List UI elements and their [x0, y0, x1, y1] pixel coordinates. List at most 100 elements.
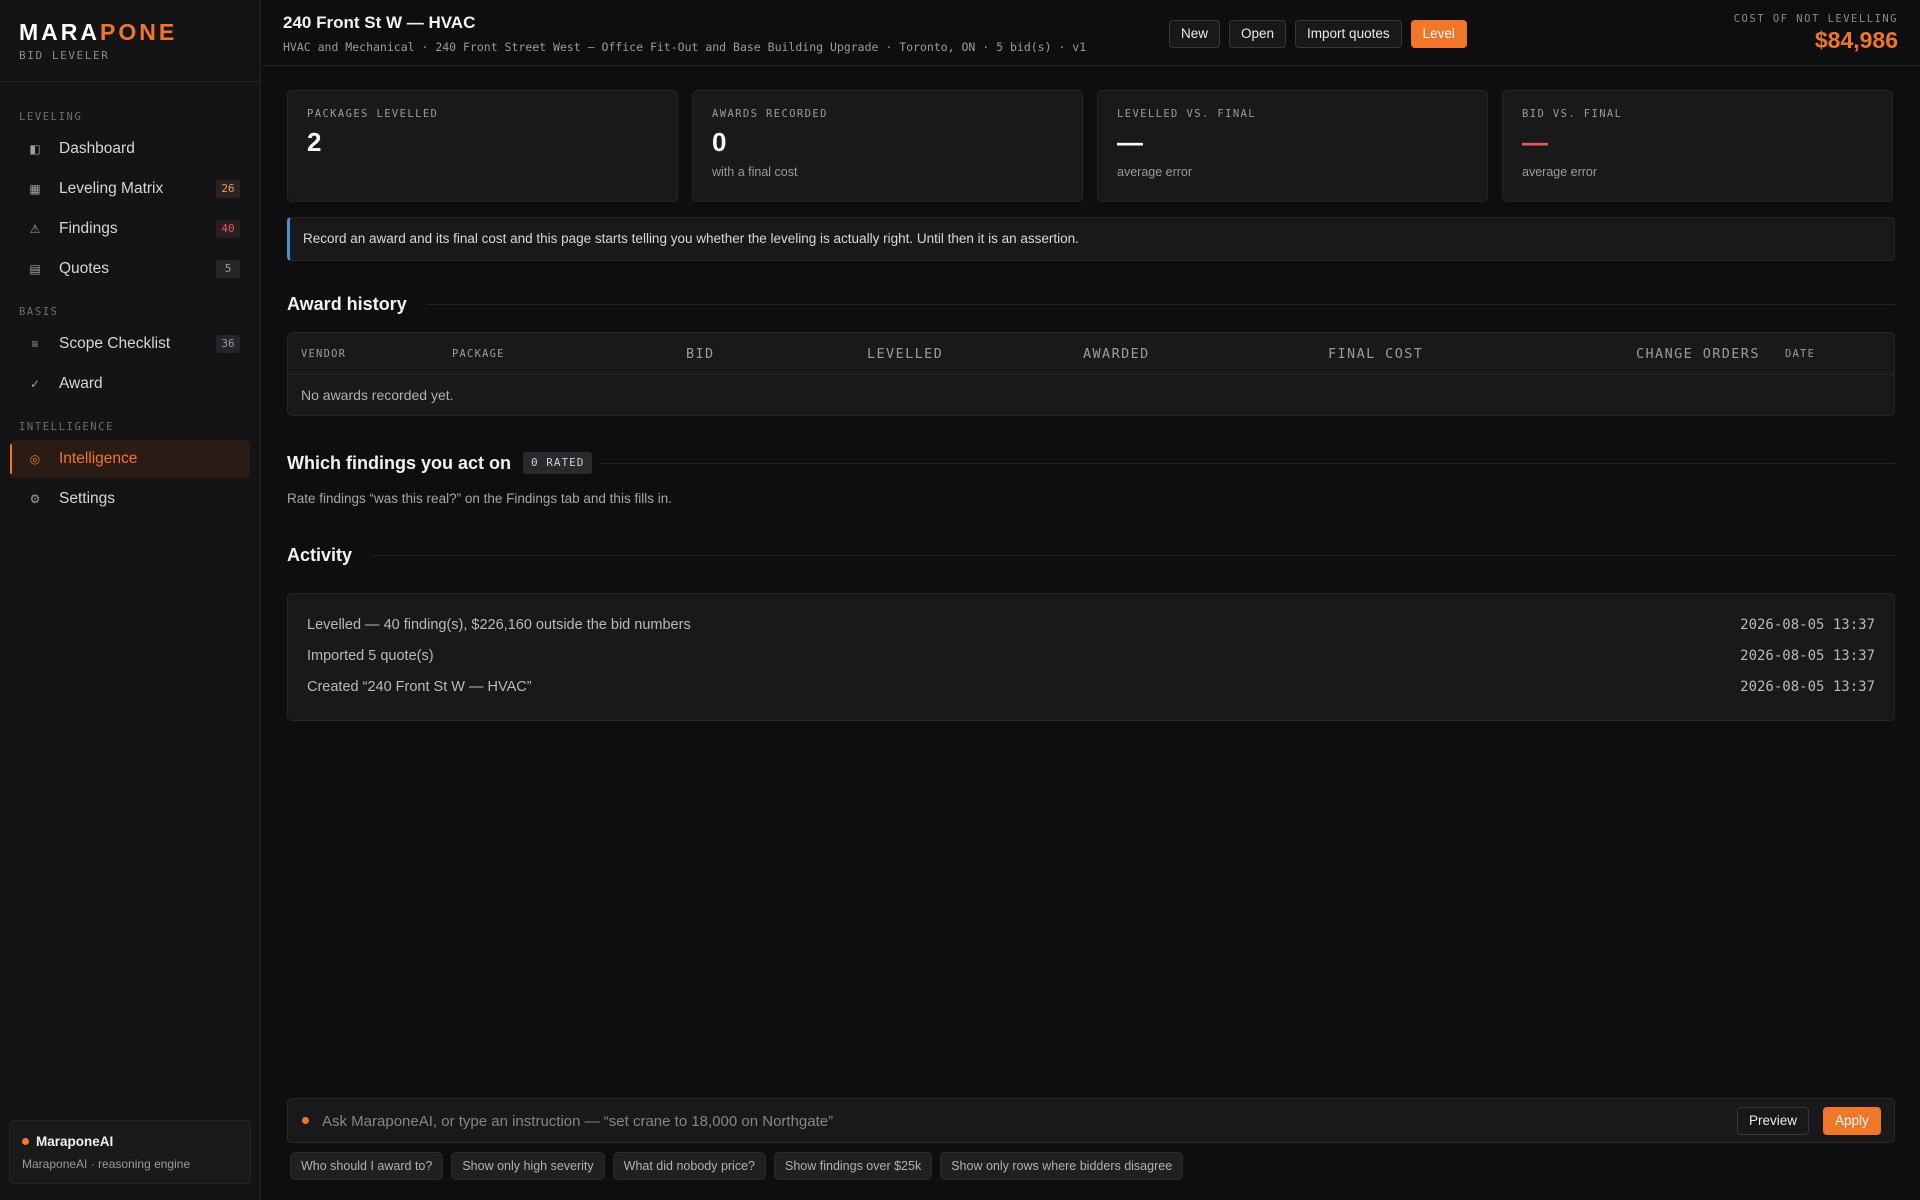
- column-header-change-orders[interactable]: CHANGE ORDERS: [1636, 333, 1760, 375]
- import-quotes-button[interactable]: Import quotes: [1295, 20, 1402, 48]
- target-icon: ◎: [29, 452, 41, 466]
- ai-status-icon: [302, 1117, 309, 1124]
- divider: [372, 554, 1895, 556]
- sidebar-item-scope-checklist[interactable]: ≡ Scope Checklist 36: [10, 325, 250, 363]
- activity-text: Levelled — 40 finding(s), $226,160 outsi…: [307, 617, 691, 633]
- brand: MARAPONE BID LEVELER: [0, 0, 260, 82]
- stats-row: PACKAGES LEVELLED 2 AWARDS RECORDED 0 wi…: [287, 90, 1895, 202]
- list-icon: ≡: [31, 337, 39, 351]
- column-header-final-cost[interactable]: FINAL COST: [1328, 333, 1423, 375]
- list-item: Imported 5 quote(s) 2026-08-05 13:37: [288, 641, 1894, 672]
- column-header-awarded[interactable]: AWARDED: [1083, 333, 1150, 375]
- column-header-package[interactable]: PACKAGE: [452, 333, 505, 375]
- suggestion-chip[interactable]: Show only rows where bidders disagree: [940, 1152, 1184, 1180]
- activity-time: 2026-08-05 13:37: [1740, 617, 1875, 633]
- findings-hint: Rate findings “was this real?” on the Fi…: [287, 491, 672, 506]
- activity-text: Imported 5 quote(s): [307, 648, 434, 664]
- brand-logo[interactable]: MARAPONE: [19, 20, 260, 44]
- sidebar-item-label: Scope Checklist: [59, 335, 171, 352]
- sidebar-item-award[interactable]: ✓ Award: [10, 365, 250, 403]
- activity-text: Created “240 Front St W — HVAC”: [307, 679, 532, 695]
- stat-value: 2: [307, 127, 322, 157]
- column-header-vendor[interactable]: VENDOR: [301, 333, 346, 375]
- nav-section-leveling: LEVELING: [19, 111, 83, 123]
- stat-label: BID VS. FINAL: [1522, 108, 1623, 120]
- sidebar-item-label: Award: [59, 375, 103, 392]
- nav-section-basis: BASIS: [19, 306, 59, 318]
- section-title: Which findings you act on: [287, 452, 511, 473]
- section-title: Award history: [287, 293, 407, 314]
- sidebar-item-findings[interactable]: ⚠ Findings 40: [10, 210, 250, 248]
- award-history-header: Award history: [287, 291, 1895, 317]
- warning-icon: ⚠: [29, 222, 41, 236]
- divider: [600, 462, 1895, 464]
- suggestion-chip[interactable]: Show only high severity: [451, 1152, 605, 1180]
- count-badge: 40: [216, 220, 240, 238]
- sidebar-item-label: Dashboard: [59, 140, 135, 157]
- count-badge: 26: [216, 180, 240, 198]
- stat-note: average error: [1522, 165, 1598, 179]
- brand-subtitle: BID LEVELER: [19, 49, 110, 62]
- open-button[interactable]: Open: [1229, 20, 1287, 48]
- stat-card-levelled-vs-final: LEVELLED VS. FINAL — average error: [1097, 90, 1488, 202]
- suggestion-chip[interactable]: Show findings over $25k: [774, 1152, 933, 1180]
- suggestion-chip[interactable]: Who should I award to?: [290, 1152, 444, 1180]
- sidebar-item-leveling-matrix[interactable]: ▦ Leveling Matrix 26: [10, 170, 250, 208]
- stat-label: AWARDS RECORDED: [712, 108, 828, 120]
- stat-card-packages: PACKAGES LEVELLED 2: [287, 90, 678, 202]
- sidebar-item-settings[interactable]: ⚙ Settings: [10, 480, 250, 518]
- stat-value: —: [1522, 127, 1548, 157]
- new-button[interactable]: New: [1169, 20, 1221, 48]
- sidebar-item-label: Leveling Matrix: [59, 180, 164, 197]
- dashboard-icon: ◧: [29, 142, 41, 156]
- column-header-date[interactable]: DATE: [1785, 333, 1815, 375]
- list-item: Levelled — 40 finding(s), $226,160 outsi…: [288, 610, 1894, 641]
- project-subtitle: HVAC and Mechanical · 240 Front Street W…: [283, 40, 1087, 54]
- section-title: Activity: [287, 544, 353, 565]
- grid-icon: ▦: [29, 182, 41, 196]
- activity-time: 2026-08-05 13:37: [1740, 648, 1875, 664]
- divider: [426, 303, 1895, 305]
- findings-header: Which findings you act on 0 RATED: [287, 450, 1895, 476]
- empty-state: No awards recorded yet.: [301, 387, 454, 403]
- stat-label: PACKAGES LEVELLED: [307, 108, 439, 120]
- activity-header: Activity: [287, 542, 1895, 568]
- document-icon: ▤: [29, 262, 41, 276]
- sidebar-item-intelligence[interactable]: ◎ Intelligence: [10, 440, 250, 478]
- level-button[interactable]: Level: [1410, 20, 1467, 48]
- count-badge: 5: [216, 260, 240, 278]
- suggestion-chip[interactable]: What did nobody price?: [612, 1152, 766, 1180]
- main-content: PACKAGES LEVELLED 2 AWARDS RECORDED 0 wi…: [287, 90, 1895, 721]
- sidebar-item-label: Settings: [59, 490, 116, 507]
- top-header: 240 Front St W — HVAC HVAC and Mechanica…: [262, 0, 1920, 66]
- column-header-levelled[interactable]: LEVELLED: [867, 333, 943, 375]
- sidebar-item-label: Findings: [59, 220, 118, 237]
- list-item: Created “240 Front St W — HVAC” 2026-08-…: [288, 672, 1894, 703]
- project-title: 240 Front St W — HVAC: [283, 13, 476, 32]
- stat-value: —: [1117, 127, 1143, 157]
- header-actions: New Open Import quotes Level: [1169, 20, 1467, 48]
- info-notice: Record an award and its final cost and t…: [287, 217, 1895, 261]
- stat-card-bid-vs-final: BID VS. FINAL — average error: [1502, 90, 1893, 202]
- sidebar-item-quotes[interactable]: ▤ Quotes 5: [10, 250, 250, 288]
- ai-card-header: MaraponeAI: [22, 1134, 250, 1149]
- cost-label: COST OF NOT LEVELLING: [1733, 13, 1898, 25]
- nav-section-intelligence: INTELLIGENCE: [19, 421, 115, 433]
- status-dot-icon: [22, 1138, 29, 1145]
- stat-value: 0: [712, 127, 727, 157]
- column-header-bid[interactable]: BID: [686, 333, 715, 375]
- ai-card-subtitle: MaraponeAI · reasoning engine: [22, 1157, 191, 1171]
- sidebar-item-dashboard[interactable]: ◧ Dashboard: [10, 130, 250, 168]
- stat-card-awards: AWARDS RECORDED 0 with a final cost: [692, 90, 1083, 202]
- stat-label: LEVELLED VS. FINAL: [1117, 108, 1256, 120]
- ai-assistant-card[interactable]: MaraponeAI MaraponeAI · reasoning engine: [9, 1120, 251, 1184]
- award-history-table: VENDOR PACKAGE BID LEVELLED AWARDED FINA…: [287, 332, 1895, 416]
- preview-button[interactable]: Preview: [1737, 1107, 1810, 1135]
- apply-button[interactable]: Apply: [1823, 1107, 1881, 1135]
- gear-icon: ⚙: [29, 492, 41, 506]
- activity-list: Levelled — 40 finding(s), $226,160 outsi…: [287, 593, 1895, 721]
- command-input[interactable]: [322, 1105, 1662, 1137]
- check-icon: ✓: [29, 377, 41, 391]
- sidebar-item-label: Quotes: [59, 260, 109, 277]
- table-header: VENDOR PACKAGE BID LEVELLED AWARDED FINA…: [288, 333, 1894, 375]
